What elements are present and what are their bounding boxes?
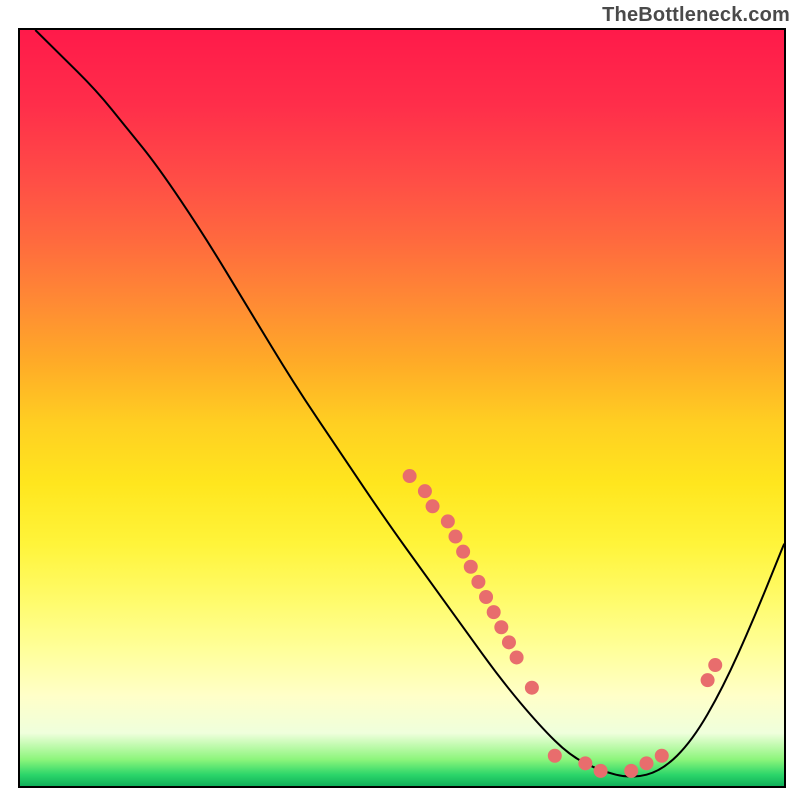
data-marker — [655, 749, 669, 763]
watermark-text: TheBottleneck.com — [602, 4, 790, 27]
data-marker — [448, 530, 462, 544]
data-marker — [510, 650, 524, 664]
data-marker — [441, 514, 455, 528]
data-marker — [578, 756, 592, 770]
data-marker — [708, 658, 722, 672]
data-marker — [464, 560, 478, 574]
data-marker — [426, 499, 440, 513]
chart-svg — [20, 30, 784, 786]
data-marker — [639, 756, 653, 770]
data-marker — [701, 673, 715, 687]
data-marker — [418, 484, 432, 498]
plot-area — [18, 28, 786, 788]
data-marker — [525, 681, 539, 695]
chart-container: TheBottleneck.com — [0, 0, 800, 800]
gradient-background — [20, 30, 784, 786]
data-marker — [624, 764, 638, 778]
data-marker — [487, 605, 501, 619]
data-marker — [594, 764, 608, 778]
data-marker — [479, 590, 493, 604]
data-marker — [403, 469, 417, 483]
data-marker — [494, 620, 508, 634]
data-marker — [456, 545, 470, 559]
data-marker — [548, 749, 562, 763]
data-marker — [471, 575, 485, 589]
data-marker — [502, 635, 516, 649]
